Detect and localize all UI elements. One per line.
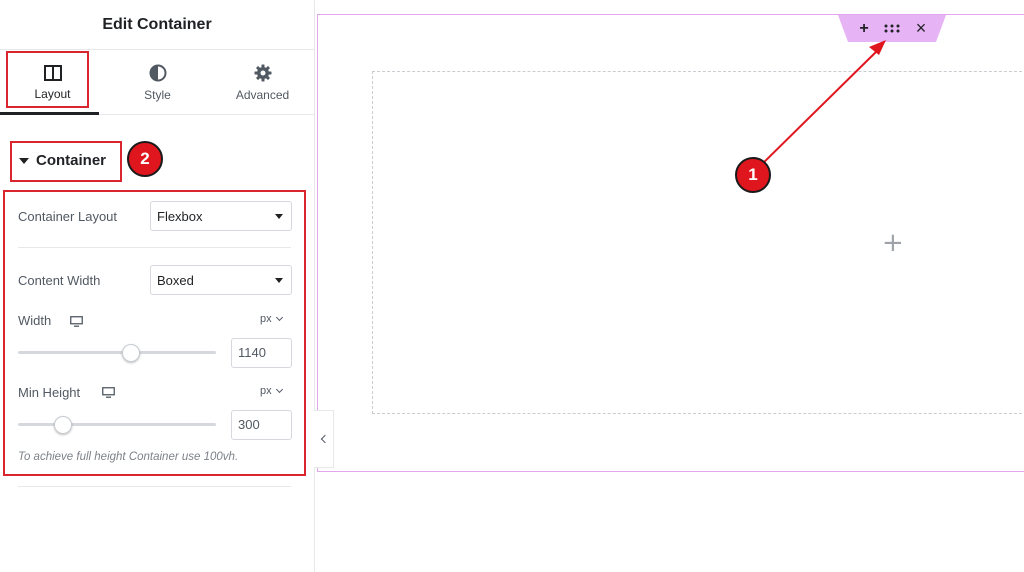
content-width-label: Content Width [18, 273, 101, 288]
content-width-value: Boxed [157, 272, 194, 288]
width-unit-select[interactable]: px [260, 313, 283, 325]
gear-icon [254, 64, 272, 82]
chevron-down-icon [275, 313, 283, 322]
min-height-hint: To achieve full height Container use 100… [18, 451, 239, 463]
panel-header: Edit Container [0, 0, 314, 50]
width-slider[interactable] [18, 344, 216, 362]
section-container-toggle[interactable]: Container [19, 152, 106, 169]
drag-dots-icon[interactable] [883, 15, 901, 42]
tab-style[interactable]: Style [105, 51, 210, 114]
chevron-down-icon [275, 385, 283, 394]
half-circle-icon [149, 64, 167, 82]
width-unit-label: px [260, 313, 272, 325]
panel-tabs: Layout Style Advanced [0, 51, 315, 115]
panel-title: Edit Container [102, 15, 212, 33]
slider-track [18, 351, 216, 354]
min-height-unit-select[interactable]: px [260, 385, 283, 397]
tab-style-label: Style [144, 87, 171, 102]
container-controls: Container Layout Flexbox Content Width B… [6, 192, 304, 475]
tab-advanced[interactable]: Advanced [210, 51, 315, 114]
slider-handle[interactable] [122, 344, 140, 362]
min-height-input[interactable]: 300 [231, 410, 292, 440]
tab-layout[interactable]: Layout [0, 51, 105, 115]
add-container-button[interactable]: + [855, 15, 873, 42]
content-width-select[interactable]: Boxed [150, 265, 292, 295]
slider-handle[interactable] [54, 416, 72, 434]
min-height-unit-label: px [260, 385, 272, 397]
container-layout-label: Container Layout [18, 209, 118, 224]
desktop-icon[interactable] [102, 385, 115, 403]
chevron-down-icon [275, 278, 283, 283]
width-label: Width [18, 313, 52, 328]
add-element-plus-icon[interactable]: + [882, 230, 904, 256]
desktop-icon[interactable] [70, 314, 83, 332]
chevron-left-icon [320, 434, 330, 444]
collapse-panel-button[interactable] [314, 410, 334, 468]
min-height-label: Min Height [18, 385, 81, 400]
tab-layout-label: Layout [34, 86, 71, 101]
width-input[interactable]: 1140 [231, 338, 292, 368]
min-height-slider[interactable] [18, 416, 216, 434]
container-dropzone[interactable] [372, 71, 1024, 414]
close-icon[interactable]: × [912, 15, 930, 42]
divider [18, 247, 291, 248]
editor-panel: Edit Container Layout Style Advanced Con… [0, 0, 315, 572]
container-layout-value: Flexbox [157, 208, 203, 224]
annotation-badge-2: 2 [127, 141, 163, 177]
columns-icon [43, 64, 62, 81]
caret-down-icon [19, 157, 29, 164]
container-layout-select[interactable]: Flexbox [150, 201, 292, 231]
tab-advanced-label: Advanced [235, 87, 290, 102]
annotation-badge-1: 1 [735, 157, 771, 193]
container-handle: + × [838, 15, 946, 42]
divider [18, 486, 291, 487]
section-title: Container [36, 152, 107, 169]
slider-track [18, 423, 216, 426]
chevron-down-icon [275, 214, 283, 219]
